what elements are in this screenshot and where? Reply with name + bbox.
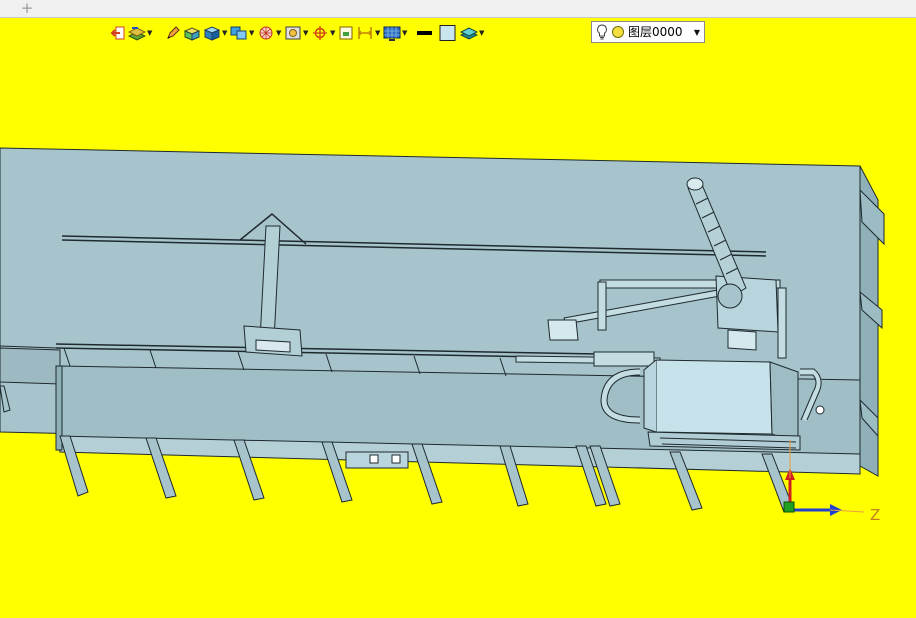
display-settings-button[interactable]: ▼ [383,23,408,43]
sketch-button[interactable] [165,23,181,43]
dimension-button[interactable]: ▼ [356,23,381,43]
line-color-icon [417,31,432,35]
render-mode-button[interactable]: ▼ [284,23,309,43]
display-grid-icon [383,26,401,41]
chevron-down-icon[interactable]: ▼ [402,23,408,43]
line-color-button[interactable] [414,23,436,43]
small-housing [547,319,579,341]
target-icon [313,26,327,40]
exit-group-button[interactable] [110,23,126,43]
sun-icon[interactable] [611,25,625,39]
chevron-down-icon[interactable]: ▼ [147,23,153,43]
layer-icon [460,27,478,40]
chevron-down-icon[interactable]: ▼ [330,23,336,43]
layer-name: 图层0000 [628,25,683,39]
y-axis-cube [783,501,795,513]
wireframe-button[interactable]: ▼ [257,23,282,43]
layer-manager-button[interactable]: ▼ [460,23,485,43]
frame-button[interactable] [338,23,354,43]
solid-box-icon [183,27,201,41]
deck-front-left [0,347,61,385]
shaded-cube-icon [203,26,221,41]
view-cubes-icon [230,26,247,40]
model-canvas[interactable]: Z [0,44,916,618]
pencil-icon [167,26,180,39]
bulb-icon[interactable] [596,24,608,40]
housing-side [769,361,799,445]
housing-front [655,359,773,435]
chevron-down-icon[interactable]: ▼ [276,23,282,43]
fill-color-icon [439,25,456,41]
view-toolbar: ▼ ▼ ▼ ▼ ▼ ▼ ▼ ▼ ▼ [110,22,485,44]
render-frame-icon [285,26,301,40]
tab-strip: + [0,0,916,18]
pipe-vertical-right [777,287,787,359]
cylinder-joint [717,283,743,309]
wireframe-sphere-icon [259,26,273,40]
dimension-icon [358,27,372,39]
chevron-down-icon[interactable]: ▼ [222,23,228,43]
mount-base [727,329,757,351]
exit-group-icon [110,26,125,40]
chevron-down-icon[interactable]: ▼ [479,23,485,43]
shaded-button[interactable]: ▼ [203,23,228,43]
layer-stack-icon [128,27,146,41]
add-tab-icon[interactable]: + [20,0,34,18]
chevron-down-icon[interactable]: ▼ [375,23,381,43]
chevron-down-icon[interactable]: ▼ [249,23,255,43]
z-axis-label: Z [870,506,880,524]
solid-button[interactable] [183,23,201,43]
layer-stack-button[interactable]: ▼ [128,23,153,43]
chevron-down-icon[interactable]: ▼ [690,28,704,37]
pipe-vertical-left [597,281,607,331]
snap-button[interactable]: ▼ [311,23,336,43]
frame-icon [339,26,353,40]
layer-select[interactable]: 图层0000 ▼ [591,21,705,43]
tube-connector [593,351,655,367]
chevron-down-icon[interactable]: ▼ [303,23,309,43]
fill-color-button[interactable] [438,23,458,43]
views-button[interactable]: ▼ [230,23,255,43]
3d-viewport[interactable]: Z [0,44,916,618]
